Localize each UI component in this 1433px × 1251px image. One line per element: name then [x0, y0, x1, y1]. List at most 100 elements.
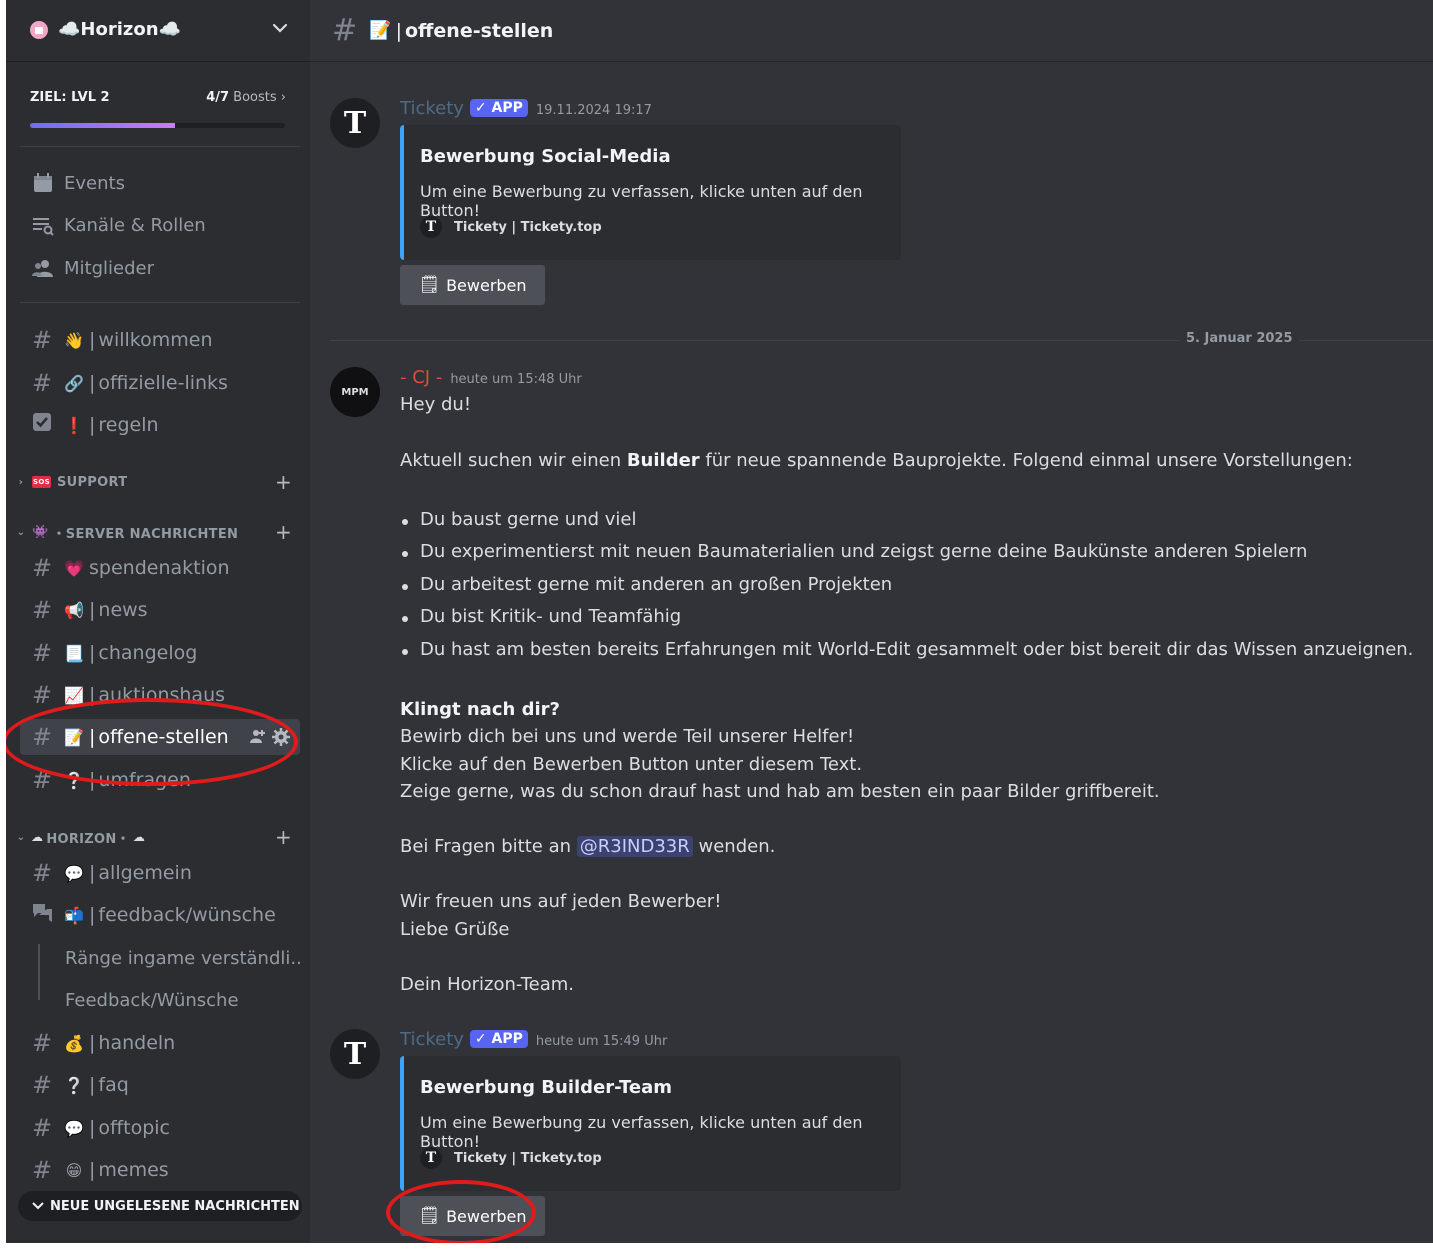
hash-icon: #	[31, 326, 53, 354]
nav-channels-roles[interactable]: Kanäle & Rollen	[20, 206, 300, 244]
embed-footer: T Tickety | Tickety.top	[420, 216, 602, 238]
channel-spendenaktion[interactable]: # 💗 spendenaktion	[20, 550, 300, 586]
hash-icon: #	[31, 681, 53, 709]
timestamp: heute um 15:48 Uhr	[450, 372, 582, 387]
message-header: - CJ - heute um 15:48 Uhr	[400, 367, 582, 388]
hash-icon: #	[31, 859, 53, 887]
author-name[interactable]: Tickety	[400, 1029, 464, 1050]
hash-icon: #	[31, 1071, 53, 1099]
message-header: Tickety ✓ APP 19.11.2024 19:17	[400, 98, 652, 119]
hash-icon: #	[31, 639, 53, 667]
embed-title: Bewerbung Social-Media	[420, 146, 671, 167]
annotation-ellipse	[386, 1180, 536, 1243]
channel-offtopic[interactable]: # 💬 | offtopic	[20, 1110, 300, 1146]
app-badge: ✓ APP	[469, 99, 528, 117]
chat-area: # 📝 | offene-stellen T Tickety ✓ APP 19.1…	[310, 0, 1433, 1243]
hash-icon: #	[31, 596, 53, 624]
message-text: Zeige gerne, was du schon drauf hast und…	[400, 781, 1160, 802]
message-text: Dein Horizon-Team.	[400, 974, 575, 995]
avatar[interactable]: T	[330, 98, 380, 148]
chevron-right-icon: ›	[280, 90, 286, 105]
embed: Bewerbung Social-Media Um eine Bewerbung…	[400, 125, 901, 260]
chevron-down-icon: ⌄	[16, 526, 26, 538]
channel-memes[interactable]: # 😁 | memes	[20, 1152, 300, 1188]
add-channel-icon[interactable]: +	[275, 520, 292, 544]
embed-description: Um eine Bewerbung zu verfassen, klicke u…	[420, 182, 863, 220]
channel-faq[interactable]: # ❔ | faq	[20, 1067, 300, 1103]
avatar[interactable]: MPM	[330, 367, 380, 417]
hash-icon: #	[31, 369, 53, 397]
embed-description: Um eine Bewerbung zu verfassen, klicke u…	[420, 1113, 863, 1151]
message-text: Bei Fragen bitte an @R3IND33R wenden.	[400, 836, 776, 857]
channel-changelog[interactable]: # 📃 | changelog	[20, 635, 300, 671]
timestamp: 19.11.2024 19:17	[535, 103, 652, 118]
nav-members[interactable]: Mitglieder	[20, 249, 300, 287]
channel-handeln[interactable]: # 💰 | handeln	[20, 1025, 300, 1061]
embed-footer: T Tickety | Tickety.top	[420, 1147, 602, 1169]
chevron-down-icon: ⌄	[16, 831, 26, 843]
hash-icon: #	[31, 1029, 53, 1057]
add-channel-icon[interactable]: +	[275, 470, 292, 494]
hash-icon: #	[31, 1156, 53, 1184]
avatar[interactable]: T	[330, 1029, 380, 1079]
message-text: Hey du!	[400, 394, 472, 415]
message-heading: Klingt nach dir?	[400, 699, 560, 720]
server-header[interactable]: ☁️Horizon☁️	[6, 0, 310, 62]
boost-count[interactable]: 4/7 Boosts ›	[206, 90, 286, 105]
hash-icon: #	[332, 13, 358, 48]
channel-feedback-wuensche[interactable]: 📬 | feedback/wünsche	[20, 897, 300, 933]
calendar-icon	[32, 172, 54, 194]
channel-browse-icon	[32, 214, 54, 236]
app-badge: ✓ APP	[469, 1030, 528, 1048]
category-support[interactable]: › SOS SUPPORT +	[14, 470, 304, 494]
cloud-icon: ☁	[132, 830, 146, 844]
notepad-icon: 🗒	[418, 275, 441, 295]
message-text: Wir freuen uns auf jeden Bewerber!	[400, 891, 722, 912]
message-text: Bewirb dich bei uns und werde Teil unser…	[400, 726, 855, 747]
list-item: Du arbeitest gerne mit anderen an großen…	[400, 574, 892, 595]
channel-willkommen[interactable]: # 👋 | willkommen	[20, 322, 300, 358]
rules-icon	[30, 411, 54, 439]
message-header: Tickety ✓ APP heute um 15:49 Uhr	[400, 1029, 667, 1050]
list-item: Du hast am besten bereits Erfahrungen mi…	[400, 639, 1413, 660]
user-mention[interactable]: @R3IND33R	[576, 836, 693, 857]
category-horizon[interactable]: ⌄ ☁ HORIZON・ ☁ +	[14, 825, 304, 849]
chevron-down-icon[interactable]	[270, 18, 290, 38]
nav-events[interactable]: Events	[20, 164, 300, 202]
date-divider: 5. Januar 2025	[330, 331, 1433, 346]
list-item: Du bist Kritik- und Teamfähig	[400, 606, 681, 627]
server-name: ☁️Horizon☁️	[58, 19, 181, 40]
channel-news[interactable]: # 📢 | news	[20, 592, 300, 628]
alien-icon: 👾	[32, 524, 49, 540]
author-name[interactable]: - CJ -	[400, 367, 442, 388]
server-sidebar: ☁️Horizon☁️ ZIEL: LVL 2 4/7 Boosts › Eve…	[6, 0, 310, 1243]
boost-progress-bar	[30, 123, 285, 128]
category-server-nachrichten[interactable]: ⌄ 👾 ・SERVER NACHRICHTEN +	[14, 520, 304, 544]
channel-offizielle-links[interactable]: # 🔗 | offizielle-links	[20, 365, 300, 401]
thread-raenge[interactable]: Ränge ingame verständli...	[36, 940, 300, 976]
annotation-ellipse	[6, 698, 298, 786]
forum-icon	[30, 901, 54, 929]
bot-icon: T	[420, 1147, 442, 1169]
thread-feedback[interactable]: Feedback/Wünsche	[36, 982, 300, 1018]
members-icon	[32, 257, 54, 279]
timestamp: heute um 15:49 Uhr	[535, 1034, 668, 1049]
hash-icon: #	[31, 554, 53, 582]
apply-button[interactable]: 🗒 Bewerben	[400, 265, 545, 305]
author-name[interactable]: Tickety	[400, 98, 464, 119]
embed-title: Bewerbung Builder-Team	[420, 1077, 672, 1098]
chevron-right-icon: ›	[18, 476, 24, 488]
add-channel-icon[interactable]: +	[275, 825, 292, 849]
sos-icon: SOS	[32, 476, 51, 488]
divider	[20, 146, 300, 147]
message-text: Klicke auf den Bewerben Button unter die…	[400, 754, 863, 775]
divider	[20, 302, 300, 303]
new-unread-messages-button[interactable]: NEUE UNGELESENE NACHRICHTEN	[18, 1191, 302, 1221]
cloud-icon: ☁	[31, 830, 44, 844]
message-text: Liebe Grüße	[400, 919, 510, 940]
channel-regeln[interactable]: ❗ | regeln	[20, 407, 300, 443]
channel-title: | offene-stellen	[395, 19, 554, 42]
chevron-down-icon	[32, 1202, 44, 1210]
channel-allgemein[interactable]: # 💬 | allgemein	[20, 855, 300, 891]
message-text: Aktuell suchen wir einen Builder für neu…	[400, 450, 1353, 471]
